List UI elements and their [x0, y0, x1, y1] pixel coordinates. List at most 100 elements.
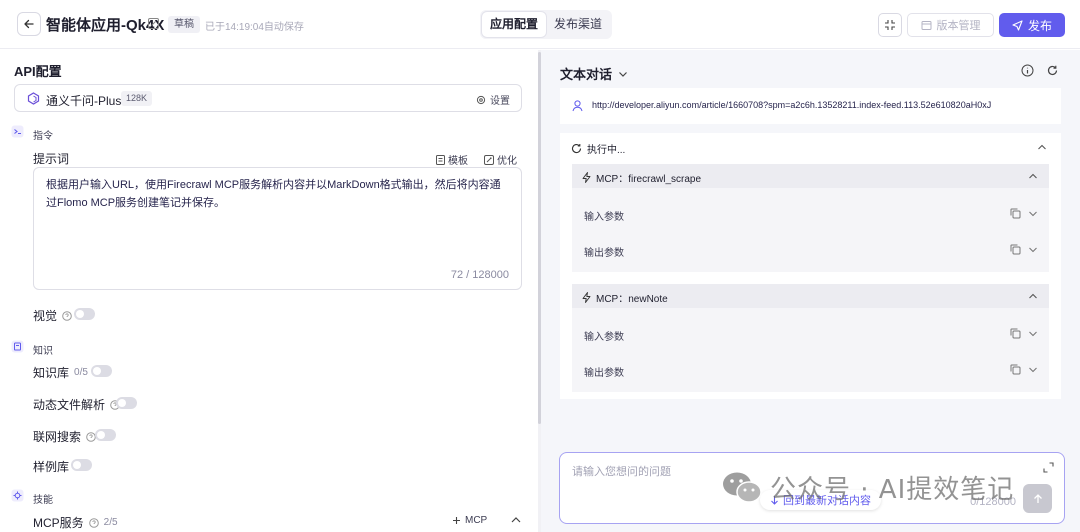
- lightning-icon: [582, 292, 591, 303]
- model-logo-icon: [27, 92, 40, 105]
- user-icon: [572, 100, 583, 112]
- lightning-icon: [582, 172, 591, 183]
- vision-row: 视觉: [33, 307, 72, 324]
- skills-group-label: 技能: [33, 495, 53, 506]
- template-label: 模板: [448, 156, 468, 167]
- help-icon[interactable]: [62, 310, 72, 321]
- user-message-text[interactable]: http://developer.aliyun.com/article/1660…: [592, 100, 991, 110]
- mcp-call-title: MCP：newNote: [582, 290, 668, 305]
- edit-icon[interactable]: [147, 17, 160, 30]
- add-mcp-label: MCP: [465, 515, 488, 526]
- chevron-up-icon[interactable]: [1028, 172, 1038, 180]
- mcp-service-label: MCP服务: [33, 516, 84, 530]
- prompt-text[interactable]: 根据用户输入URL，使用Firecrawl MCP服务解析内容并以MarkDow…: [46, 176, 508, 212]
- publish-button[interactable]: 发布: [999, 13, 1065, 37]
- copy-icon[interactable]: [1010, 364, 1021, 375]
- chevron-up-icon[interactable]: [510, 515, 522, 525]
- model-settings-label: 设置: [490, 96, 510, 107]
- add-mcp-button[interactable]: MCP: [452, 515, 487, 526]
- knowledge-base-label: 知识库: [33, 366, 70, 380]
- chat-mode-selector[interactable]: 文本对话: [560, 64, 628, 83]
- optimize-button[interactable]: 优化: [484, 152, 517, 167]
- examples-label: 样例库: [33, 460, 70, 474]
- mcp-service-count: 2/5: [103, 517, 118, 528]
- web-search-row: 联网搜索: [33, 428, 96, 445]
- execution-status: 执行中...: [587, 145, 626, 156]
- knowledge-base-count: 0/5: [74, 367, 88, 378]
- api-config-title: API配置: [14, 64, 62, 79]
- vision-label: 视觉: [33, 309, 58, 323]
- tab-app-config[interactable]: 应用配置: [482, 12, 547, 37]
- knowledge-base-toggle[interactable]: [91, 365, 112, 377]
- copy-icon[interactable]: [1010, 244, 1021, 255]
- version-management-button[interactable]: 版本管理: [907, 13, 994, 37]
- copy-icon[interactable]: [1010, 328, 1021, 339]
- model-settings-button[interactable]: 设置: [476, 92, 510, 107]
- mcp-call-title: MCP：firecrawl_scrape: [582, 170, 701, 185]
- shrink-icon: [885, 20, 895, 30]
- chevron-down-icon[interactable]: [1028, 366, 1038, 374]
- mcp-call-firecrawl: MCP：firecrawl_scrape 输入参数 输出参数: [572, 164, 1049, 272]
- info-icon[interactable]: [1021, 64, 1034, 77]
- document-icon: [436, 154, 445, 165]
- send-button[interactable]: [1023, 484, 1052, 513]
- loading-icon: [571, 144, 582, 154]
- version-label: 版本管理: [936, 20, 981, 32]
- refresh-icon[interactable]: [1046, 64, 1059, 77]
- prompt-textarea[interactable]: 根据用户输入URL，使用Firecrawl MCP服务解析内容并以MarkDow…: [33, 167, 522, 290]
- knowledge-base-row: 知识库 0/5: [33, 364, 88, 381]
- chevron-down-icon[interactable]: [1028, 210, 1038, 218]
- instruction-icon: [11, 125, 24, 138]
- user-message: http://developer.aliyun.com/article/1660…: [560, 88, 1061, 124]
- output-params-row[interactable]: 输出参数: [572, 234, 1049, 266]
- file-parse-toggle[interactable]: [116, 397, 137, 409]
- top-bar: 智能体应用-Qk4X 草稿 已于14:19:04自动保存 应用配置 发布渠道 版…: [0, 0, 1080, 49]
- input-params-row[interactable]: 输入参数: [572, 318, 1049, 350]
- template-button[interactable]: 模板: [436, 152, 468, 167]
- model-context-badge: 128K: [121, 91, 153, 106]
- mcp-call-label: MCP：newNote: [596, 294, 668, 305]
- input-params-label: 输入参数: [584, 212, 624, 223]
- model-selector[interactable]: 通义千问-Plus 128K 设置: [14, 84, 522, 112]
- examples-row: 样例库: [33, 458, 69, 475]
- web-search-toggle[interactable]: [95, 429, 116, 441]
- examples-toggle[interactable]: [71, 459, 92, 471]
- save-status: 已于14:19:04自动保存: [205, 22, 304, 33]
- shrink-button[interactable]: [878, 13, 902, 37]
- expand-icon[interactable]: [1043, 462, 1054, 473]
- output-params-row[interactable]: 输出参数: [572, 354, 1049, 386]
- execution-card: 执行中... MCP：firecrawl_scrape 输入参数 输出参数 MC: [560, 133, 1061, 399]
- gear-icon: [476, 95, 486, 104]
- copy-icon[interactable]: [1010, 208, 1021, 219]
- help-icon[interactable]: [88, 517, 99, 528]
- chevron-down-icon[interactable]: [1028, 246, 1038, 254]
- mcp-call-header[interactable]: MCP：firecrawl_scrape: [572, 164, 1049, 188]
- knowledge-group-label: 知识: [33, 346, 53, 357]
- web-search-label: 联网搜索: [33, 430, 82, 444]
- chevron-down-icon[interactable]: [1028, 330, 1038, 338]
- mcp-call-newnote: MCP：newNote 输入参数 输出参数: [572, 284, 1049, 392]
- send-icon: [1012, 19, 1023, 31]
- chevron-up-icon[interactable]: [1028, 292, 1038, 300]
- watermark-text: 公众号 · AI提效笔记: [770, 475, 1015, 505]
- tab-publish-channel[interactable]: 发布渠道: [546, 12, 610, 37]
- config-tabs: 应用配置 发布渠道: [480, 10, 613, 39]
- output-params-label: 输出参数: [584, 368, 624, 379]
- arrow-left-icon: [24, 19, 34, 29]
- input-params-label: 输入参数: [584, 332, 624, 343]
- chevron-up-icon[interactable]: [1037, 143, 1047, 151]
- send-icon: [1033, 493, 1042, 503]
- mcp-call-header[interactable]: MCP：newNote: [572, 284, 1049, 308]
- output-params-label: 输出参数: [584, 248, 624, 259]
- chevron-down-icon: [619, 71, 627, 77]
- vision-toggle[interactable]: [74, 308, 95, 320]
- prompt-label: 提示词: [33, 152, 70, 166]
- execution-header[interactable]: 执行中...: [571, 141, 625, 156]
- input-params-row[interactable]: 输入参数: [572, 198, 1049, 230]
- knowledge-icon: [11, 340, 24, 353]
- mcp-service-row: MCP服务 2/5: [33, 514, 118, 531]
- mcp-call-label: MCP：firecrawl_scrape: [596, 174, 702, 185]
- model-name: 通义千问-Plus: [46, 94, 122, 108]
- back-button[interactable]: [17, 12, 41, 36]
- publish-label: 发布: [1027, 18, 1052, 33]
